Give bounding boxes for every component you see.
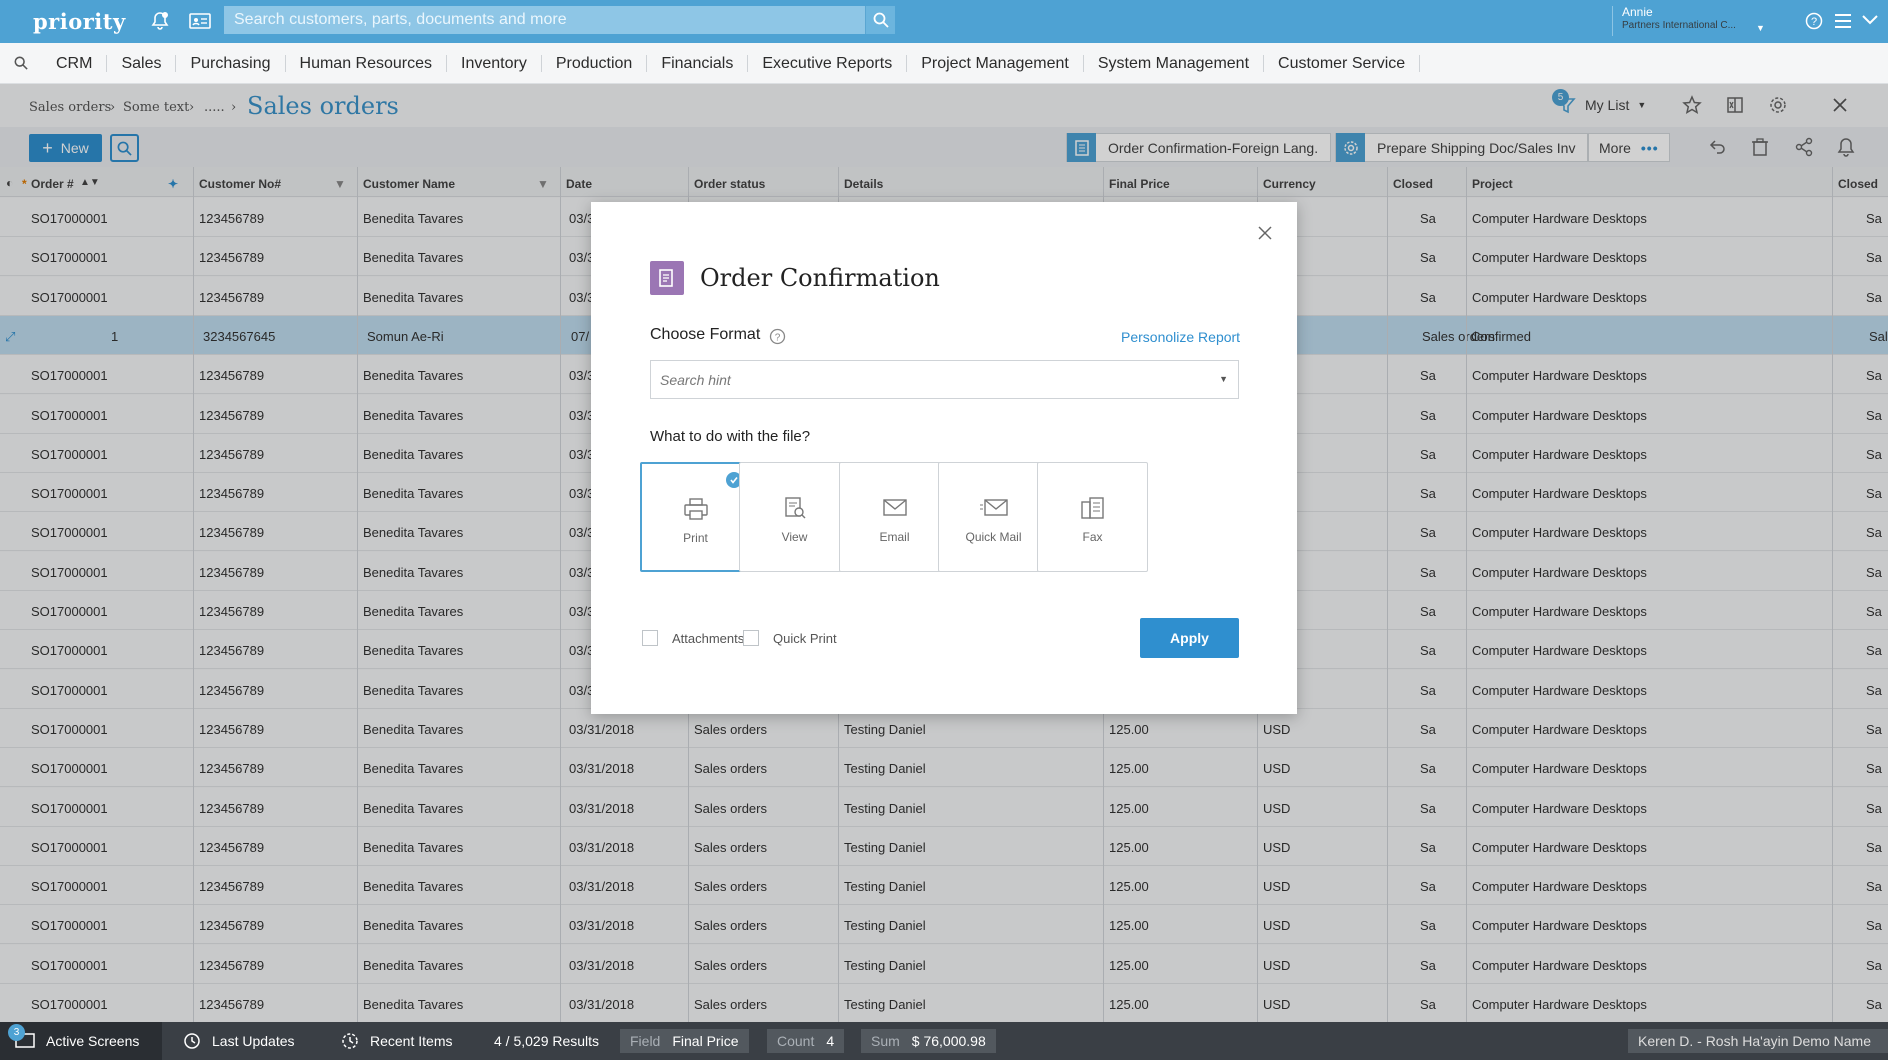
chevron-down-icon[interactable]: ▼ [1219, 374, 1228, 384]
count-label: Count [777, 1033, 815, 1049]
nav-item-production[interactable]: Production [542, 54, 648, 72]
attachments-checkbox[interactable] [642, 630, 658, 646]
help-icon[interactable]: ? [1805, 12, 1823, 33]
screens-icon: 3 [8, 1023, 36, 1052]
quick-mail-option-label: Quick Mail [965, 530, 1022, 544]
last-updates-button[interactable]: Last Updates [182, 1022, 295, 1060]
envelope-icon [840, 496, 949, 518]
nav-item-system-management[interactable]: System Management [1084, 54, 1265, 72]
count-summary: Count 4 [767, 1029, 845, 1053]
recent-items-button[interactable]: Recent Items [340, 1022, 452, 1060]
history-icon [184, 1033, 200, 1049]
svg-text:?: ? [775, 333, 781, 344]
status-bar: 3 Active Screens Last Updates Recent Ite… [0, 1022, 1888, 1060]
count-value: 4 [826, 1033, 835, 1049]
user-name: Annie [1622, 5, 1653, 19]
fax-icon [1038, 496, 1147, 520]
last-updates-label: Last Updates [212, 1033, 295, 1049]
dialog-title: Order Confirmation [700, 264, 940, 292]
print-option[interactable]: Print [640, 462, 751, 572]
format-search-input[interactable] [651, 361, 1191, 398]
sum-value: $ 76,000.98 [911, 1033, 986, 1049]
quick-mail-option[interactable]: Quick Mail [938, 462, 1049, 572]
email-option[interactable]: Email [839, 462, 950, 572]
search-icon [14, 56, 28, 70]
quick-print-label: Quick Print [773, 631, 837, 646]
svg-text:?: ? [1811, 16, 1817, 28]
nav-item-inventory[interactable]: Inventory [447, 54, 542, 72]
nav-item-executive-reports[interactable]: Executive Reports [748, 54, 908, 72]
app-logo[interactable]: priority [33, 9, 126, 34]
quick-mail-icon [939, 496, 1048, 518]
quick-print-checkbox[interactable] [743, 630, 759, 646]
nav-item-project-management[interactable]: Project Management [907, 54, 1084, 72]
view-option[interactable]: View [739, 462, 850, 572]
user-company: Partners International C... [1622, 20, 1736, 31]
id-card-icon[interactable] [189, 12, 211, 33]
view-document-icon [740, 496, 849, 520]
printer-icon [642, 497, 749, 521]
recent-icon [342, 1033, 358, 1049]
help-icon[interactable]: ? [769, 328, 786, 348]
apply-button[interactable]: Apply [1140, 618, 1239, 658]
nav-search-button[interactable] [0, 56, 42, 70]
session-info[interactable]: Keren D. - Rosh Ha'ayin Demo Name [1628, 1029, 1888, 1053]
nav-item-crm[interactable]: CRM [42, 54, 108, 72]
chevron-down-icon[interactable] [1861, 14, 1879, 29]
field-label: Field [630, 1033, 661, 1049]
menu-icon[interactable] [1834, 13, 1852, 32]
nav-item-sales[interactable]: Sales [107, 54, 177, 72]
sum-label: Sum [871, 1033, 900, 1049]
print-option-label: Print [683, 531, 708, 545]
results-count: 4 / 5,029 Results [494, 1033, 600, 1049]
active-screens-button[interactable]: 3 Active Screens [0, 1022, 162, 1060]
personalize-report-link[interactable]: Personolize Report [1121, 329, 1240, 345]
close-icon [1258, 226, 1272, 240]
active-screens-badge: 3 [8, 1023, 25, 1041]
fax-option[interactable]: Fax [1037, 462, 1148, 572]
recent-items-label: Recent Items [370, 1033, 453, 1049]
search-icon [873, 12, 889, 28]
nav-item-human-resources[interactable]: Human Resources [286, 54, 448, 72]
nav-item-financials[interactable]: Financials [647, 54, 749, 72]
search-input[interactable] [224, 6, 865, 34]
close-dialog-button[interactable] [1254, 222, 1276, 244]
field-value: Final Price [672, 1033, 739, 1049]
email-option-label: Email [879, 530, 910, 544]
chevron-down-icon: ▼ [1756, 23, 1765, 33]
notifications-icon[interactable] [150, 11, 170, 34]
report-icon [650, 261, 684, 295]
nav-item-purchasing[interactable]: Purchasing [176, 54, 286, 72]
main-nav: CRM Sales Purchasing Human Resources Inv… [0, 43, 1888, 84]
active-screens-label: Active Screens [46, 1033, 140, 1049]
sum-summary: Sum $ 76,000.98 [861, 1029, 996, 1053]
file-action-label: What to do with the file? [650, 428, 811, 445]
top-bar: priority Annie Partners International C.… [0, 0, 1888, 43]
attachments-label: Attachments [672, 631, 745, 646]
fax-option-label: Fax [1082, 530, 1103, 544]
user-menu[interactable]: Annie Partners International C... ▼ [1612, 5, 1765, 36]
field-summary[interactable]: Field Final Price [620, 1029, 749, 1053]
nav-item-customer-service[interactable]: Customer Service [1264, 54, 1421, 72]
global-search [224, 6, 895, 34]
order-confirmation-dialog: Order Confirmation Choose Format ? Perso… [591, 202, 1297, 714]
choose-format-label: Choose Format [650, 326, 761, 343]
view-option-label: View [781, 530, 808, 544]
format-select[interactable]: ▼ [650, 360, 1239, 399]
search-button[interactable] [865, 6, 895, 34]
